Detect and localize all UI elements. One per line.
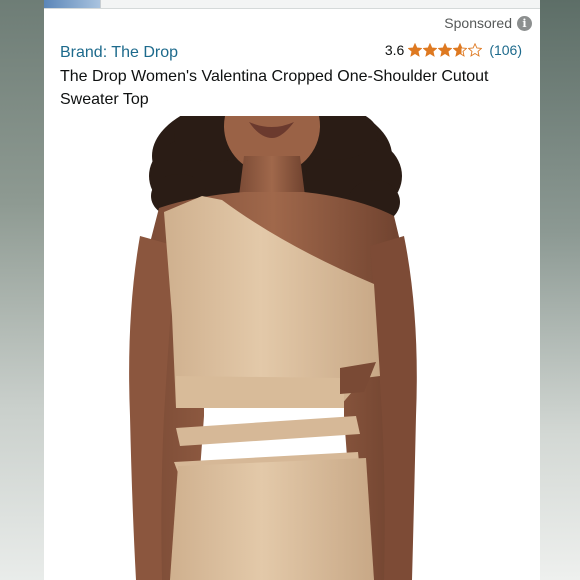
sponsored-text: Sponsored [444,15,512,31]
star-icon [423,43,438,57]
previous-thumbnail[interactable] [44,0,101,8]
star-icon [438,43,453,57]
product-image[interactable] [44,78,540,580]
product-photo [129,78,417,580]
product-title[interactable]: The Drop Women's Valentina Cropped One-S… [60,65,530,111]
review-count-link[interactable]: (106) [489,42,522,58]
brand-link[interactable]: Brand: The Drop [60,44,178,62]
product-card[interactable]: Sponsored i Brand: The Drop 3.6 (106) Th… [44,0,540,580]
rating[interactable]: 3.6 (106) [385,42,522,58]
star-rating [408,43,483,57]
star-icon [408,43,423,57]
star-icon [468,43,483,57]
sponsored-label[interactable]: Sponsored i [444,15,532,31]
skirt [170,458,374,580]
top-hem [176,376,344,408]
previous-card-edge [44,0,540,9]
info-icon[interactable]: i [517,15,532,31]
rating-value: 3.6 [384,42,405,58]
background-left [0,0,44,580]
background-right [540,0,580,580]
star-icon [453,43,468,57]
